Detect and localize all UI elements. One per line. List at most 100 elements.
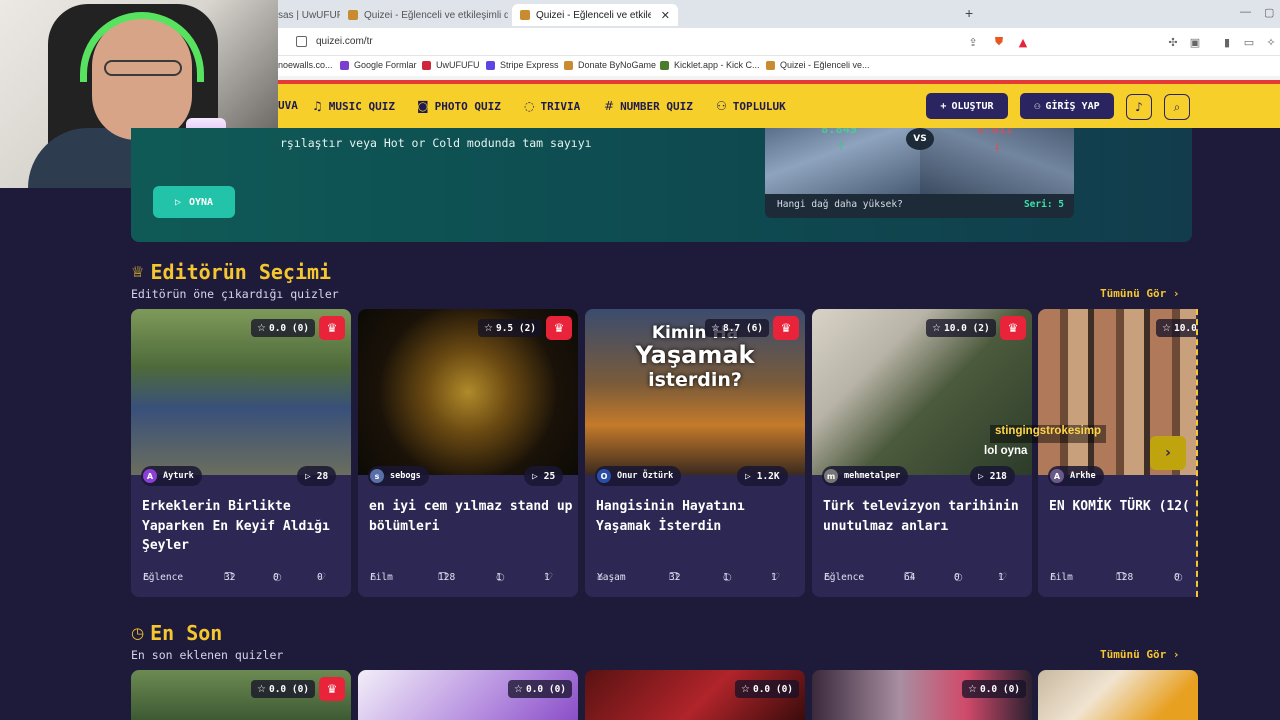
nav-item-photo-quiz[interactable]: ◙ PHOTO QUIZ [417,99,501,113]
screenshot-icon[interactable]: ▣ [1188,35,1202,49]
section-title-text: En Son [150,621,223,645]
play-count: ▷ 1.2K [737,466,788,486]
extensions-icon[interactable]: ✣ [1166,35,1180,49]
category-label: Eğlence [143,572,184,583]
login-button[interactable]: ⚇ GİRİŞ YAP [1020,93,1114,119]
bookmark-label: Kicklet.app - Kick C... [674,60,760,70]
author-chip[interactable]: s sebogs [368,466,429,486]
author-chip[interactable]: O Onur Öztürk [595,466,682,486]
play-count-value: 218 [989,470,1007,482]
bookmark-item[interactable]: noewalls.co... [278,60,333,70]
comment-count-value: 0 [1174,572,1180,583]
mountain-image-right [920,128,1074,194]
play-icon: ▷ [978,470,984,482]
kicklet-icon [660,60,669,70]
quiz-card[interactable]: ☆ 0.0 (0) [358,670,578,720]
rating-badge: ☆ 0.0 (0) [735,680,800,698]
close-tab-icon[interactable]: ✕ [661,9,670,22]
play-icon: ▷ [745,470,751,482]
site-settings-icon[interactable] [296,36,307,47]
browser-tab[interactable]: sas | UwUFUFU [270,4,340,26]
rewards-icon[interactable]: ▲ [1016,35,1030,49]
stripe-icon [486,60,495,70]
bookmark-item[interactable]: Stripe Express [486,60,559,70]
bookmark-item[interactable]: Donate ByNoGame [564,60,656,70]
quiz-card[interactable]: ☆ 0.0 (0) [812,670,1032,720]
nav-item-trivia[interactable]: ◌ TRIVIA [524,99,580,113]
nav-item-music-quiz[interactable]: ♫ MUSIC QUIZ [312,99,395,113]
bookmark-item[interactable]: Kicklet.app - Kick C... [660,60,760,70]
rating-value: 0.0 (0) [752,683,794,695]
url-field[interactable]: quizei.com/tr [316,36,373,47]
quiz-title[interactable]: EN KOMİK TÜRK (12( Her alandan) [1049,497,1196,517]
camera-icon: ◙ [417,99,429,113]
avatar: s [370,469,384,483]
maximize-icon[interactable]: ▢ [1264,6,1274,19]
quiz-title[interactable]: Erkeklerin Birlikte Yaparken En Keyif Al… [142,497,347,556]
create-button[interactable]: + OLUŞTUR [926,93,1008,119]
author-name: mehmetalper [844,471,901,481]
quiz-card[interactable]: ☆ 0.0 (0) ♛ A Ayturk ▷ 28 Erkeklerin Birlik… [131,309,351,597]
bookmark-item[interactable]: Google Formlar [340,60,417,70]
glasses [104,60,182,76]
rating-badge: ☆ 0.0 (0) [962,680,1027,698]
nav-item-number-quiz[interactable]: # NUMBER QUIZ [604,99,693,113]
quiz-card[interactable] [1038,670,1198,720]
avatar: A [1050,469,1064,483]
comment-count-value: 1 [496,572,502,583]
crown-icon: ♛ [319,316,345,340]
leo-icon[interactable]: ✧ [1264,35,1278,49]
see-all-link[interactable]: Tümünü Gör › [1100,287,1179,300]
rating-value: 0.0 (0) [268,322,310,334]
notifications-bell-icon[interactable]: ♪ [1126,94,1152,120]
author-chip[interactable]: A Ayturk [141,466,202,486]
site-top-stripe [278,76,1280,84]
rating-value: 8.7 (6) [722,322,764,334]
avatar: A [143,469,157,483]
item-count-value: 32 [669,572,681,583]
quiz-card[interactable]: ☆ 0.0 (0) ♛ [131,670,351,720]
section-title-text: Editörün Seçimi [150,260,332,284]
nav-item[interactable]: UVA [278,99,298,112]
vs-badge: VS [906,128,934,150]
quiz-card[interactable]: Kimin Ha Yaşamak isterdin? ☆ 8.7 (6) ♛ OO… [585,309,805,597]
quiz-card[interactable]: ☆ 0.0 (0) [585,670,805,720]
quiz-meta: ⌂ Film ❐ 128 ○ 0 [1050,572,1196,586]
carousel-next-button[interactable]: › [1150,436,1186,470]
clock-icon: ◷ [131,624,145,642]
author-name: Onur Öztürk [617,471,674,481]
quiz-title[interactable]: en iyi cem yılmaz stand up bölümleri [369,497,574,536]
quiz-thumbnail [358,309,578,475]
author-chip[interactable]: A Arkhe [1048,466,1104,486]
nav-label: TOPLULUK [732,99,786,113]
bookmark-item[interactable]: UwUFUFU [422,60,480,70]
sidebar-icon[interactable]: ▮ [1220,35,1234,49]
site-navbar: UVA ♫ MUSIC QUIZ ◙ PHOTO QUIZ ◌ TRIVIA # NUM… [278,84,1280,128]
star-icon: ☆ [741,683,750,695]
search-icon[interactable]: ⌕ [1164,94,1190,120]
quiz-title[interactable]: Hangisinin Hayatını Yaşamak İsterdin [596,497,801,536]
browser-tab[interactable]: Quizei - Eğlenceli ve etkileşimli quizle… [340,4,508,26]
section-title-latest: ◷ En Son [131,621,222,645]
hero-description: rşılaştır veya Hot or Cold modunda tam s… [280,136,592,150]
thumb-text: isterdin? [648,369,742,391]
quiz-title[interactable]: Türk televizyon tarihinin unutulmaz anla… [823,497,1028,536]
see-all-link[interactable]: Tümünü Gör › [1100,648,1179,661]
thumb-text: Yaşamak [635,341,755,369]
hero-preview-card[interactable]: 8.849 8.611 ↑ ↓ VS Hangi dağ daha yüksek… [765,128,1074,218]
like-count-value: 1 [771,572,777,583]
wallet-icon[interactable]: ▭ [1242,35,1256,49]
arrow-down-icon: ↓ [993,142,1002,153]
hash-icon: # [604,99,615,113]
brave-shield-icon[interactable]: ⛊ [992,35,1006,49]
nav-item-community[interactable]: ⚇ TOPLULUK [716,99,786,113]
hero-play-button[interactable]: ▷ OYNA [153,186,235,218]
new-tab-button[interactable]: + [965,5,973,21]
bookmark-item[interactable]: Quizei - Eğlenceli ve... [766,60,870,70]
author-chip[interactable]: m mehmetalper [822,466,909,486]
share-icon[interactable]: ⇪ [966,35,980,49]
minimize-icon[interactable]: — [1240,6,1251,18]
quiz-card[interactable]: ☆ 9.5 (2) ♛ s sebogs ▷ 25 en iyi cem yılmaz… [358,309,578,597]
quiz-meta: ⌂ Eğlence ❐ 64 ○ 0 ♡ 1 [824,572,1024,586]
browser-tab-active[interactable]: Quizei - Eğlenceli ve etkileşimli q ✕ [512,4,678,26]
